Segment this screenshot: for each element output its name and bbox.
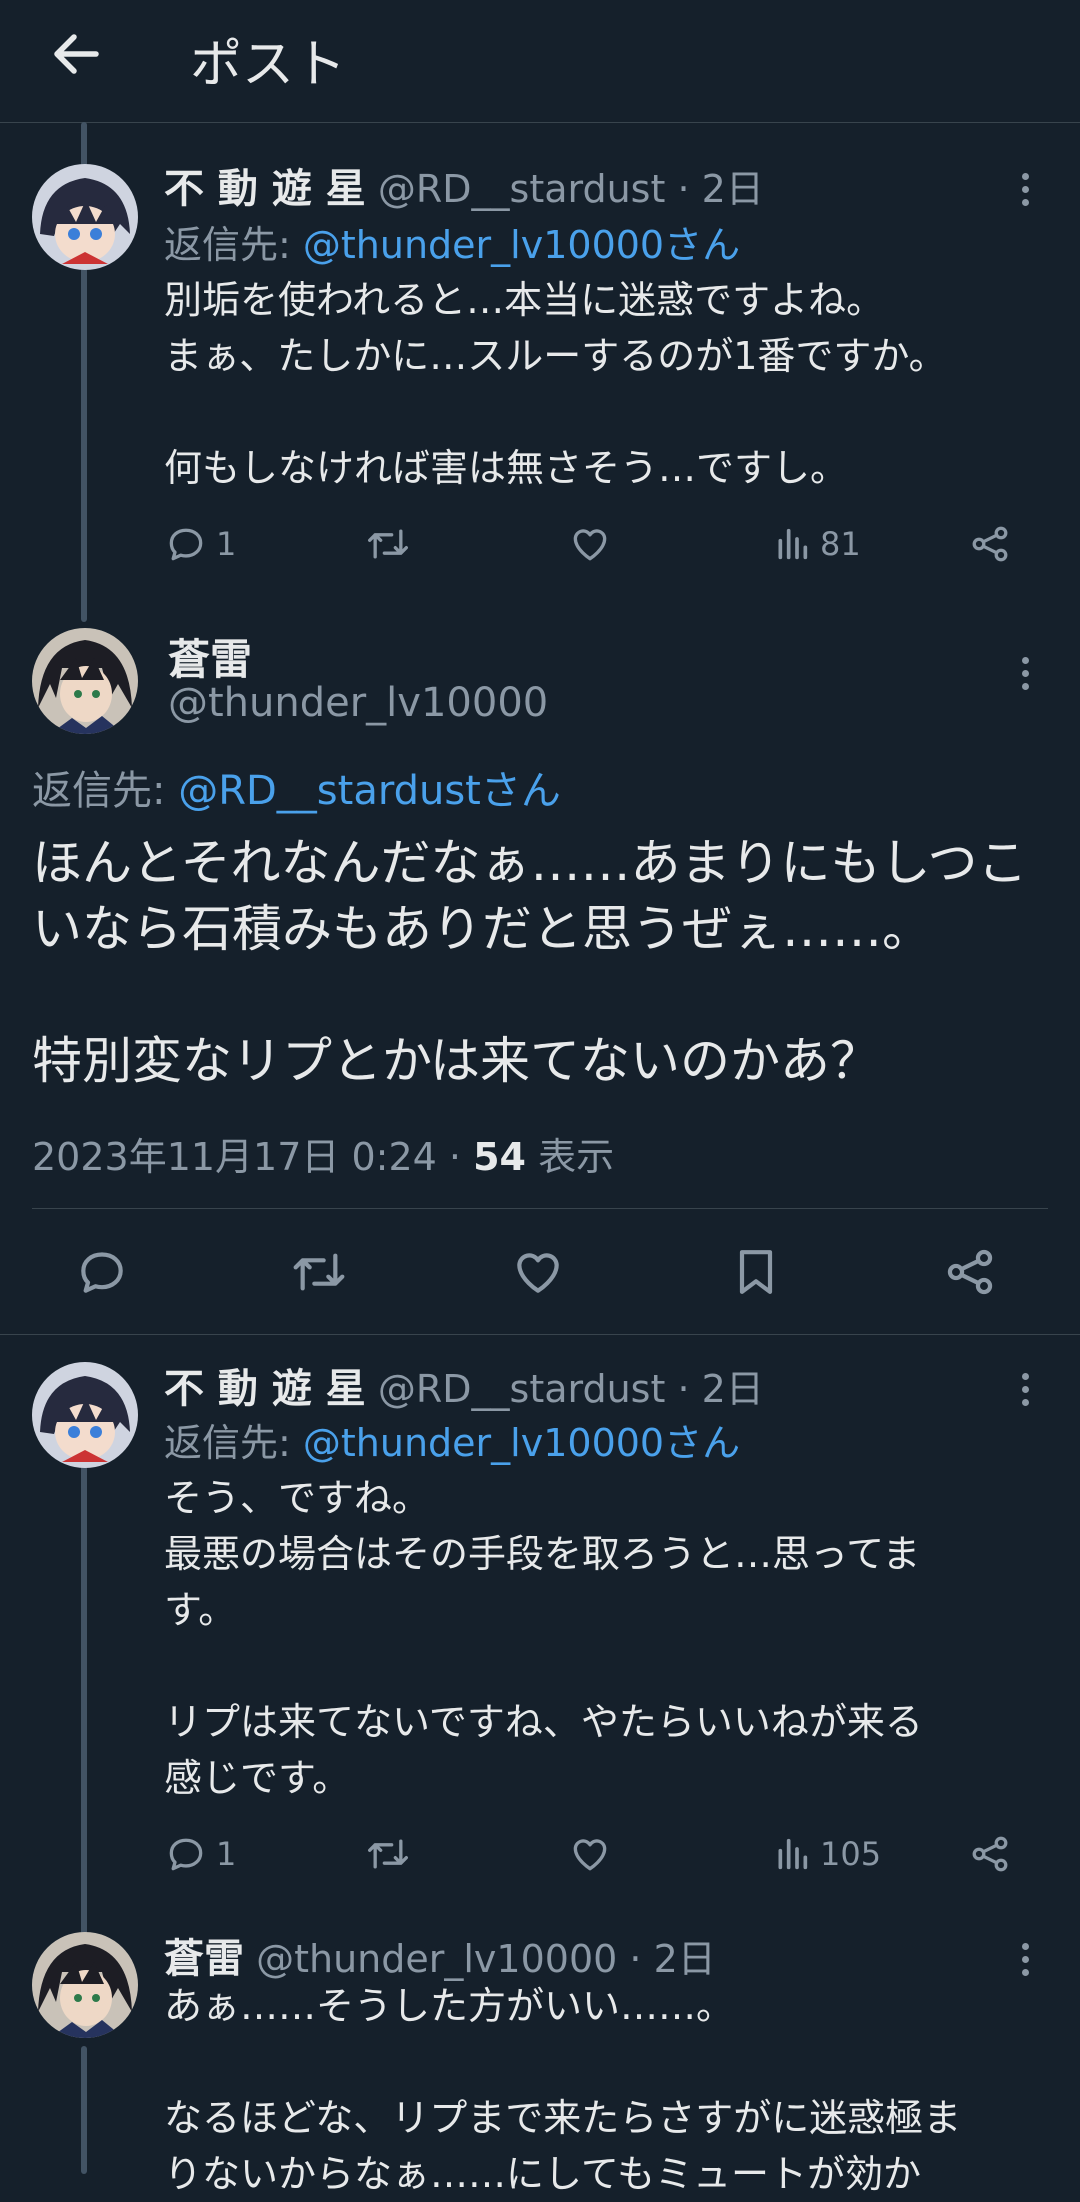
views-button[interactable]: 81	[772, 516, 861, 572]
reply-button[interactable]: 1	[164, 1826, 236, 1882]
reply-button[interactable]	[74, 1244, 130, 1300]
post-header: 不 動 遊 星 @RD__stardust · 2日	[164, 1356, 764, 1414]
reply-prefix: 返信先:	[164, 1421, 291, 1465]
share-button[interactable]	[968, 1826, 1012, 1882]
share-icon	[972, 526, 1008, 562]
share-icon	[947, 1249, 993, 1295]
reply-to-link[interactable]: @thunder_lv10000さん	[303, 223, 740, 267]
display-name[interactable]: 不 動 遊 星	[164, 166, 366, 212]
more-options-icon[interactable]	[1016, 1370, 1034, 1410]
timestamp: · 2日	[629, 1937, 716, 1981]
views-label: 表示	[538, 1135, 615, 1179]
more-options-icon[interactable]	[1016, 1940, 1034, 1980]
handle[interactable]: @thunder_lv10000	[168, 680, 548, 726]
share-icon	[972, 1836, 1008, 1872]
like-button[interactable]	[568, 1826, 612, 1882]
handle[interactable]: @thunder_lv10000	[256, 1937, 617, 1981]
reply-count: 1	[216, 1835, 237, 1873]
heart-icon	[573, 1839, 607, 1871]
timestamp: · 2日	[677, 1367, 764, 1411]
avatar[interactable]	[32, 1932, 138, 2038]
top-bar: ポスト	[0, 0, 1080, 123]
reply-prefix: 返信先:	[164, 223, 291, 267]
repost-icon	[293, 1253, 345, 1291]
thread-line	[81, 2046, 87, 2174]
avatar[interactable]	[32, 164, 138, 270]
more-options-icon[interactable]	[1016, 170, 1034, 210]
share-button[interactable]	[942, 1244, 998, 1300]
divider	[32, 1208, 1048, 1209]
post-header: 蒼雷 @thunder_lv10000 · 2日	[164, 1926, 716, 1984]
reply-to-line: 返信先: @thunder_lv10000さん	[164, 1412, 740, 1467]
reply-to-link[interactable]: @thunder_lv10000さん	[303, 1421, 740, 1465]
display-name[interactable]: 蒼雷	[164, 1936, 244, 1982]
reply-prefix: 返信先:	[32, 768, 166, 814]
share-button[interactable]	[968, 516, 1012, 572]
display-name[interactable]: 不 動 遊 星	[164, 1366, 366, 1412]
heart-icon	[517, 1253, 559, 1293]
post-body: そう、ですね。 最悪の場合はその手段を取ろうと…思ってま す。 リプは来てないで…	[164, 1476, 923, 1800]
post-date[interactable]: 2023年11月17日 0:24 ·	[32, 1135, 461, 1179]
views-count: 81	[820, 525, 861, 563]
post-body: あぁ……そうした方がいい……。 なるほどな、リプまで来たらさすがに迷惑極ま りな…	[164, 1984, 962, 2196]
views-icon	[778, 1838, 808, 1870]
views-count: 105	[820, 1835, 882, 1873]
more-options-icon[interactable]	[1016, 654, 1034, 694]
repost-button[interactable]	[364, 516, 412, 572]
reply-to-line: 返信先: @RD__stardustさん	[32, 758, 561, 816]
reply-icon	[81, 1252, 123, 1293]
views-icon	[778, 528, 808, 560]
reply-count: 1	[216, 525, 237, 563]
views-button[interactable]: 105	[772, 1826, 881, 1882]
repost-button[interactable]	[364, 1826, 412, 1882]
avatar[interactable]	[32, 1362, 138, 1468]
repost-icon	[368, 529, 408, 559]
page-title: ポスト	[190, 35, 347, 95]
main-post-actions	[32, 1224, 1052, 1320]
handle[interactable]: @RD__stardust	[378, 1367, 666, 1411]
repost-button[interactable]	[288, 1244, 350, 1300]
post-body: 別垢を使われると…本当に迷惑ですよね。 まぁ、たしかに…スルーするのが1番ですか…	[164, 278, 947, 490]
bookmark-icon	[739, 1250, 773, 1294]
reply-button[interactable]: 1	[164, 516, 236, 572]
bookmark-button[interactable]	[728, 1244, 784, 1300]
avatar[interactable]	[32, 628, 138, 734]
timestamp: · 2日	[677, 167, 764, 211]
post-metadata: 2023年11月17日 0:24 · 54 表示	[32, 1126, 614, 1181]
reply-icon	[169, 1838, 203, 1871]
reply-to-line: 返信先: @thunder_lv10000さん	[164, 214, 740, 269]
view-count: 54	[473, 1135, 526, 1179]
reply-to-link[interactable]: @RD__stardustさん	[178, 768, 561, 814]
repost-icon	[368, 1839, 408, 1869]
post-actions: 1 105	[164, 1826, 1024, 1882]
display-name[interactable]: 蒼雷	[168, 626, 252, 687]
like-button[interactable]	[568, 516, 612, 572]
back-arrow-icon[interactable]	[46, 24, 106, 84]
post-header: 不 動 遊 星 @RD__stardust · 2日	[164, 156, 764, 214]
post-actions: 1 81	[164, 516, 1024, 572]
like-button[interactable]	[510, 1244, 566, 1300]
reply-icon	[169, 528, 203, 561]
handle[interactable]: @RD__stardust	[378, 167, 666, 211]
main-post-body: ほんとそれなんだなぁ……あまりにもしつこ いなら石積みもありだと思うぜぇ……。 …	[32, 834, 1028, 1090]
divider	[0, 1334, 1080, 1335]
heart-icon	[573, 529, 607, 561]
thread-line	[81, 1432, 87, 1948]
